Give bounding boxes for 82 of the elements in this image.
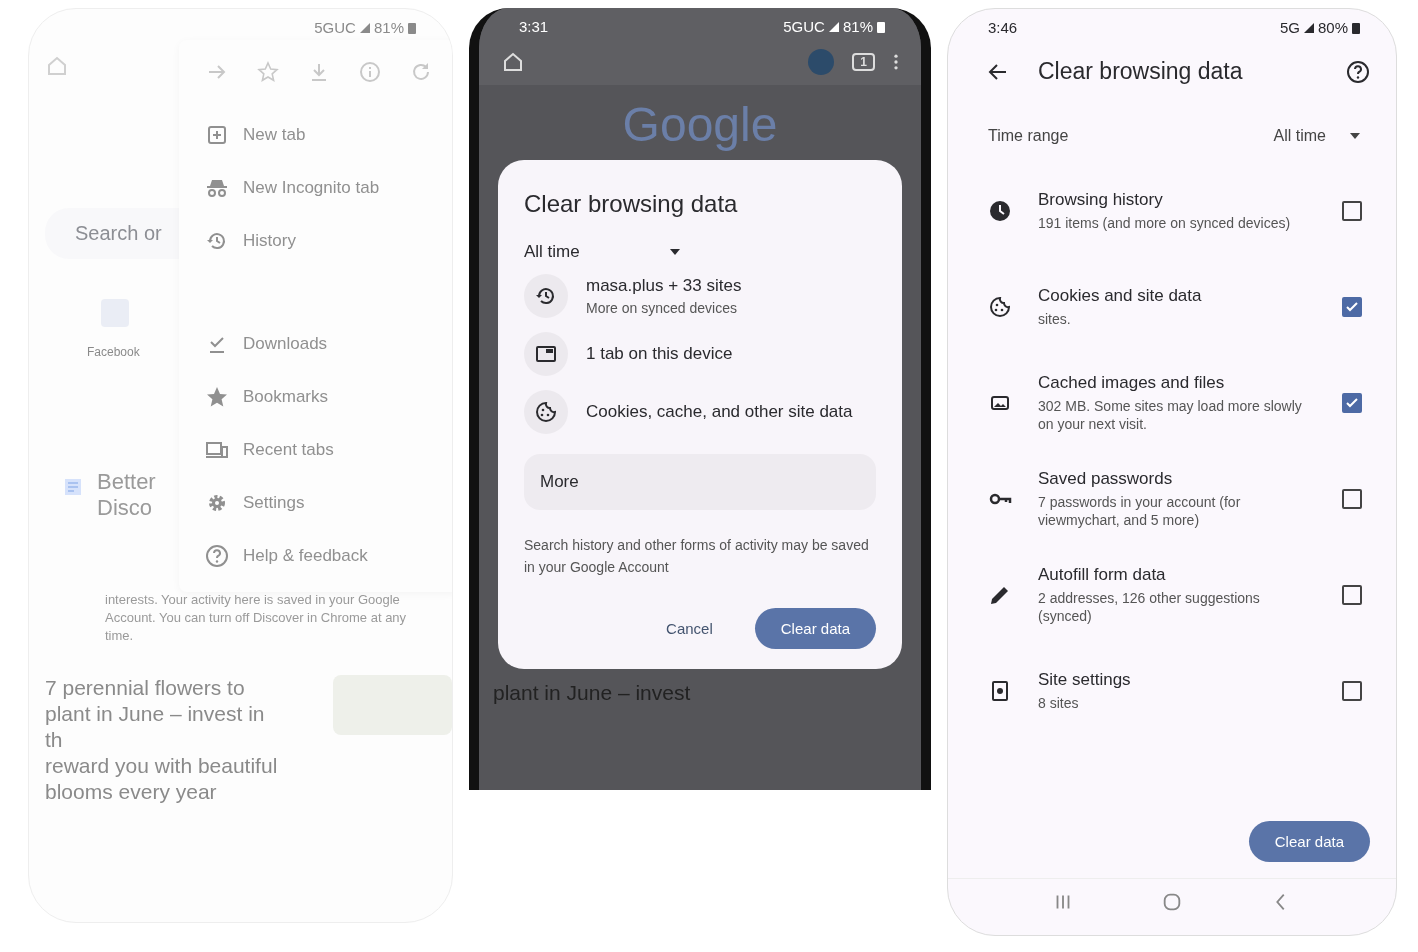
data-type-description: 191 items (and more on synced devices)	[1038, 214, 1292, 232]
checkbox[interactable]	[1342, 681, 1362, 701]
data-type-description: 302 MB. Some sites may load more slowly on your next visit.	[1038, 397, 1303, 433]
menu-item[interactable]: Downloads	[179, 317, 452, 370]
menu-item[interactable]: Settings	[179, 476, 452, 529]
battery-icon	[408, 21, 416, 34]
data-type-description: 7 passwords in your account (for viewmychart, and 5 more)	[1038, 493, 1242, 529]
menu-item-label: New tab	[243, 124, 306, 145]
data-type-description: sites.	[1038, 310, 1072, 328]
checkbox[interactable]	[1342, 393, 1362, 413]
google-logo: Google	[622, 97, 778, 152]
menu-item-label: New Incognito tab	[243, 177, 380, 198]
checkbox[interactable]	[1342, 201, 1362, 221]
discover-title: Disco	[97, 495, 153, 521]
checkbox[interactable]	[1342, 297, 1362, 317]
menu-item[interactable]: Help & feedback	[179, 529, 452, 582]
status-time: 3:46	[988, 19, 1018, 36]
battery-level: 81%	[842, 18, 873, 35]
cookie-icon	[988, 295, 1012, 319]
cancel-button[interactable]: Cancel	[660, 619, 719, 638]
dialog-title: Clear browsing data	[524, 190, 739, 218]
battery-icon	[1352, 21, 1360, 34]
home-button-icon[interactable]	[1161, 891, 1183, 913]
data-item-title: 1 tab on this device	[586, 344, 733, 364]
battery-level: 80%	[1317, 19, 1348, 36]
data-item-title: Cookies, cache, and other site data	[586, 402, 853, 422]
menu-item[interactable]: Recent tabs	[179, 423, 452, 476]
article-title: plant in June – invest in	[45, 701, 266, 727]
network-indicator: 5GUC	[314, 19, 356, 36]
more-button[interactable]: More	[524, 454, 876, 510]
dialog-note: Search history and other forms of activity may be saved in your Google Account	[524, 536, 870, 577]
article-title: blooms every year	[45, 779, 218, 805]
help-icon[interactable]	[1346, 59, 1370, 84]
data-type-title: Autofill form data	[1038, 565, 1167, 585]
menu-item-label: Bookmarks	[243, 386, 329, 407]
data-type-title: Cookies and site data	[1038, 286, 1203, 306]
home-icon[interactable]	[501, 50, 525, 74]
clear-data-button[interactable]: Clear data	[1248, 821, 1370, 862]
shortcut-label: Facebook	[87, 345, 141, 359]
signal-icon	[359, 22, 370, 33]
menu-item[interactable]: New tab	[179, 108, 452, 161]
menu-item[interactable]: Bookmarks	[179, 370, 452, 423]
network-indicator: 5G	[1279, 19, 1300, 36]
signal-icon	[1303, 22, 1314, 33]
network-indicator: 5GUC	[783, 18, 825, 35]
data-type-description: 8 sites	[1038, 694, 1080, 712]
data-type-title: Cached images and files	[1038, 373, 1226, 393]
menu-item-label: Recent tabs	[243, 439, 334, 460]
article-title: 7 perennial flowers to	[45, 675, 246, 701]
clear-data-button[interactable]: Clear data	[754, 608, 876, 649]
menu-item-label: History	[243, 230, 296, 251]
time-range-dropdown[interactable]: All time	[524, 242, 876, 262]
data-item-subtitle: More on synced devices	[586, 300, 738, 316]
article-title: th	[45, 727, 64, 753]
data-item-title: masa.plus + 33 sites	[586, 276, 742, 296]
data-type-title: Saved passwords	[1038, 469, 1174, 489]
battery-level: 81%	[373, 19, 404, 36]
menu-item-label: Settings	[243, 492, 305, 513]
clock-icon	[988, 199, 1012, 223]
page-title: Clear browsing data	[1038, 58, 1244, 85]
signal-icon	[828, 21, 839, 32]
data-type-description: 2 addresses, 126 other suggestions (synced)	[1038, 589, 1261, 625]
time-range-label: Time range	[988, 127, 1069, 145]
checkbox[interactable]	[1342, 585, 1362, 605]
tab-count[interactable]: 1	[852, 53, 875, 71]
discover-title: Better	[97, 469, 156, 495]
help-icon	[205, 543, 229, 568]
star-outline-icon[interactable]	[256, 60, 280, 84]
discover-description: interests. Your activity here is saved in your Google Account. You can turn off Discover in Chrome at any time.	[105, 591, 408, 645]
time-range-dropdown[interactable]: All time	[1273, 127, 1360, 145]
article-title: reward you with beautiful	[45, 753, 279, 779]
menu-item-label: Downloads	[243, 333, 328, 354]
menu-icon[interactable]	[893, 52, 899, 72]
battery-icon	[877, 20, 885, 33]
cookie-icon	[534, 400, 558, 424]
menu-item-label: Help & feedback	[243, 545, 368, 566]
data-type-title: Browsing history	[1038, 190, 1164, 210]
dropdown-caret-icon	[1350, 133, 1360, 139]
dropdown-caret-icon	[669, 249, 680, 255]
data-type-title: Site settings	[1038, 670, 1132, 690]
status-time: 3:31	[519, 18, 549, 35]
checkbox[interactable]	[1342, 489, 1362, 509]
